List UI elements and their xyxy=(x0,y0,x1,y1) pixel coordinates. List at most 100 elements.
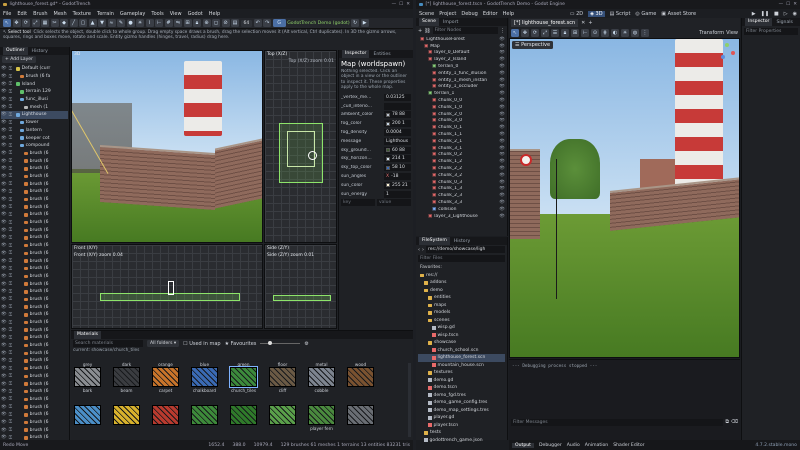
environment-icon[interactable]: ◍ xyxy=(631,29,639,37)
lock-icon[interactable]: ⚿ xyxy=(9,281,12,287)
visibility-eye-icon[interactable]: 👁︎ xyxy=(499,112,505,117)
tab-outliner[interactable]: Outliner xyxy=(3,47,28,55)
property-value[interactable] xyxy=(384,102,411,110)
visibility-eye-icon[interactable]: 👁︎ xyxy=(1,82,7,87)
visibility-eye-icon[interactable]: 👁︎ xyxy=(1,182,7,187)
menu-help[interactable]: Help xyxy=(209,11,220,17)
color-swatch[interactable] xyxy=(386,148,390,153)
gear-icon[interactable]: ⚙ xyxy=(304,341,308,347)
file-row[interactable]: showcase xyxy=(418,339,505,347)
file-row[interactable]: res:// xyxy=(418,272,505,280)
menu-edit[interactable]: Edit xyxy=(17,11,27,17)
outliner-row[interactable]: 👁︎ ⚿ brush (6 xyxy=(1,411,68,419)
lock-icon[interactable]: ⚿ xyxy=(9,296,12,302)
outliner-row[interactable]: 👁︎ ⚿ compound xyxy=(1,142,68,150)
group-icon[interactable]: ⊞ xyxy=(183,19,192,27)
lock-icon[interactable]: ⚿ xyxy=(9,150,12,156)
camera-icon[interactable]: ◐ xyxy=(611,29,619,37)
visibility-eye-icon[interactable]: 👁︎ xyxy=(499,64,505,69)
tab-import[interactable]: Import xyxy=(443,20,458,25)
value-input[interactable]: value xyxy=(377,199,411,207)
local-space-icon[interactable]: ⊙ xyxy=(591,29,599,37)
file-row[interactable]: textures xyxy=(418,369,505,377)
add-tab-icon[interactable]: + xyxy=(588,20,592,26)
rotate-tool-icon[interactable]: ⟳ xyxy=(22,19,30,27)
lock-icon[interactable]: ⚿ xyxy=(9,404,12,410)
material-tile[interactable]: grey bark xyxy=(73,362,102,394)
visibility-eye-icon[interactable]: 👁︎ xyxy=(1,312,7,317)
scale-tool-icon[interactable]: ⤢ xyxy=(31,19,40,27)
menu-view[interactable]: View xyxy=(170,11,182,17)
visibility-eye-icon[interactable]: 👁︎ xyxy=(1,205,7,210)
lock-icon[interactable]: ⚿ xyxy=(9,173,12,179)
visibility-eye-icon[interactable]: 👁︎ xyxy=(499,50,505,55)
scene-node[interactable]: ▣ layer_0_Default 👁︎ xyxy=(418,50,505,57)
scene-node[interactable]: ▣ layer_3_Lighthouse 👁︎ xyxy=(418,213,505,220)
tab-signals[interactable]: Signals xyxy=(776,20,793,25)
scene-node[interactable]: ▣ chunk_1_0 👁︎ xyxy=(418,104,505,111)
outliner-row[interactable]: 👁︎ ⚿ brush (6 xyxy=(1,173,68,181)
visibility-eye-icon[interactable]: 👁︎ xyxy=(1,335,7,340)
menu-texture[interactable]: Texture xyxy=(73,11,91,17)
outliner-row[interactable]: 👁︎ ⚿ brush (6 xyxy=(1,319,68,327)
scene-node[interactable]: ▣ chunk_2_1 👁︎ xyxy=(418,138,505,145)
redo-icon[interactable]: ↷ xyxy=(263,19,272,27)
outliner-row[interactable]: 👁︎ ⚿ tower xyxy=(1,119,68,127)
visibility-eye-icon[interactable]: 👁︎ xyxy=(1,405,7,410)
outliner-row[interactable]: 👁︎ ⚿ brush (6 xyxy=(1,273,68,281)
filter-messages-input[interactable]: Filter Messages xyxy=(511,419,724,426)
visibility-eye-icon[interactable]: 👁︎ xyxy=(499,173,505,178)
file-row[interactable]: demo_fgd.tres xyxy=(418,392,505,400)
file-row[interactable]: demo_game_config.tres xyxy=(418,399,505,407)
lock-icon[interactable]: ⚿ xyxy=(9,389,12,395)
lock-icon[interactable]: ⚿ xyxy=(9,135,12,141)
scene-node[interactable]: ▣ terrain_0 👁︎ xyxy=(418,63,505,70)
visibility-eye-icon[interactable]: 👁︎ xyxy=(1,282,7,287)
lock-icon[interactable]: ⚿ xyxy=(9,250,12,256)
visibility-eye-icon[interactable]: 👁︎ xyxy=(1,197,7,202)
lock-icon[interactable]: ⚿ xyxy=(9,304,12,310)
grid-icon[interactable]: ▤ xyxy=(231,19,239,27)
outliner-row[interactable]: 👁︎ ⚿ mesh (1 xyxy=(1,103,68,111)
filter-nodes-input[interactable]: Filter Nodes xyxy=(432,27,498,34)
front-viewport[interactable]: Front (X/Y) Front (X/Y) zoom 0.04 xyxy=(71,244,263,329)
lock-icon[interactable]: ⚿ xyxy=(9,343,12,349)
csg-icon[interactable]: ⊕ xyxy=(202,19,211,27)
material-tile[interactable] xyxy=(112,401,141,432)
godot-icon[interactable]: G xyxy=(272,19,286,27)
minimize-icon[interactable]: — xyxy=(779,2,784,7)
menu-editor[interactable]: Editor xyxy=(483,11,498,17)
close-icon[interactable]: ✕ xyxy=(406,2,410,7)
mode-2d[interactable]: ▭ 2D xyxy=(570,11,583,17)
visibility-eye-icon[interactable]: 👁︎ xyxy=(499,132,505,137)
perspective-viewport[interactable]: 3D xyxy=(71,50,263,243)
terrain-paint-icon[interactable]: ✎ xyxy=(117,19,125,27)
lock-icon[interactable]: ⚿ xyxy=(9,166,12,172)
scene-node[interactable]: ▣ collision 👁︎ xyxy=(418,206,505,213)
clip-tool-icon[interactable]: ✂ xyxy=(50,19,59,27)
outliner-row[interactable]: 👁︎ ⚿ brush (6 xyxy=(1,180,68,188)
outliner-row[interactable]: 👁︎ ⚿ brush (6 xyxy=(1,234,68,242)
visibility-eye-icon[interactable]: 👁︎ xyxy=(1,274,7,279)
visibility-eye-icon[interactable]: 👁︎ xyxy=(499,146,505,151)
lock-icon[interactable]: ⚿ xyxy=(9,273,12,279)
scene-node[interactable]: ▣ chunk_0_2 👁︎ xyxy=(418,152,505,159)
lock-icon[interactable]: ⚿ xyxy=(9,104,12,110)
lock-icon[interactable]: ⚿ xyxy=(9,89,12,95)
mode-3d[interactable]: ◈ 3D xyxy=(588,10,605,17)
menu-tools[interactable]: Tools xyxy=(151,11,163,17)
folder-select[interactable]: All folders ▾ xyxy=(147,340,180,347)
scene-tab[interactable]: [*] lighthouse_forest.scn xyxy=(511,19,579,27)
lock-icon[interactable]: ⚿ xyxy=(9,381,12,387)
grid-snap-icon[interactable]: # xyxy=(164,19,173,27)
visibility-eye-icon[interactable]: 👁︎ xyxy=(1,259,7,264)
menu-help[interactable]: Help xyxy=(503,11,514,17)
visibility-eye-icon[interactable]: 👁︎ xyxy=(1,136,7,141)
property-value[interactable]: 200 1 xyxy=(384,120,411,128)
visibility-eye-icon[interactable]: 👁︎ xyxy=(1,159,7,164)
menu-godot[interactable]: Godot xyxy=(188,11,203,17)
thumbnail-size-slider[interactable] xyxy=(260,341,301,345)
tab-debugger[interactable]: Debugger xyxy=(539,443,562,448)
play-icon[interactable]: ▶ xyxy=(360,19,369,27)
outliner-row[interactable]: 👁︎ ⚿ brush (6 xyxy=(1,250,68,258)
